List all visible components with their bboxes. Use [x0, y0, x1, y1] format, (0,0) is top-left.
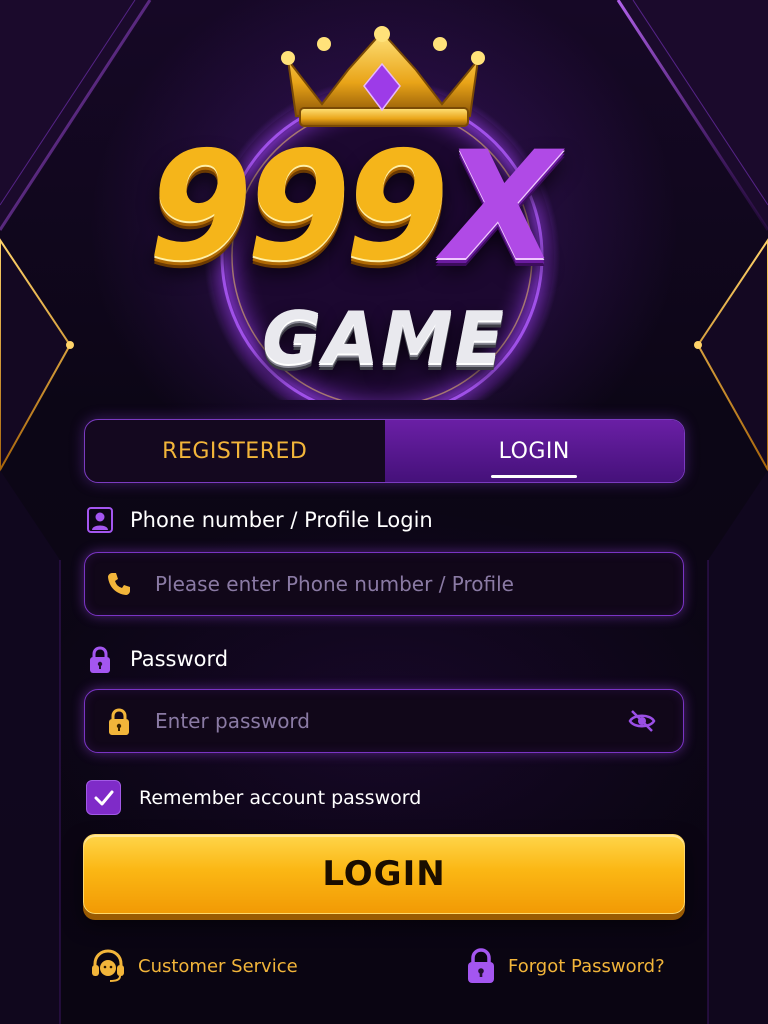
phone-label-text: Phone number / Profile Login: [130, 508, 433, 532]
crown-icon: [281, 26, 485, 127]
eye-slash-icon[interactable]: [627, 706, 657, 736]
lock-icon: [105, 707, 133, 735]
tab-registered[interactable]: REGISTERED: [85, 420, 385, 482]
phone-field-label: Phone number / Profile Login: [86, 506, 433, 534]
auth-tabs: REGISTERED LOGIN: [84, 419, 685, 483]
password-input[interactable]: [155, 709, 627, 733]
customer-service-text: Customer Service: [138, 955, 298, 977]
phone-icon: [105, 570, 133, 598]
remember-checkbox[interactable]: [86, 780, 121, 815]
phone-input-wrapper: [84, 552, 684, 616]
checkmark-icon: [94, 790, 113, 805]
logo-game-text: GAME: [262, 296, 506, 380]
lock-icon: [86, 645, 114, 673]
login-button[interactable]: LOGIN: [83, 834, 685, 914]
headset-icon: [88, 946, 128, 986]
tab-registered-label: REGISTERED: [162, 438, 308, 464]
remember-label: Remember account password: [139, 786, 422, 809]
password-field-label: Password: [86, 645, 228, 673]
brand-logo: 999X GAME: [0, 20, 768, 400]
customer-service-link[interactable]: Customer Service: [88, 946, 298, 986]
logo-x-text: X: [443, 120, 559, 294]
remember-row: Remember account password: [86, 780, 421, 815]
tab-login-label: LOGIN: [498, 438, 570, 464]
login-button-label: LOGIN: [322, 854, 446, 894]
logo-999-text: 999: [148, 120, 449, 294]
logo-999x: 999X: [148, 132, 559, 282]
active-tab-indicator: [491, 475, 578, 478]
lock-icon: [464, 946, 498, 986]
tab-login[interactable]: LOGIN: [384, 420, 684, 482]
user-profile-icon: [86, 506, 114, 534]
password-label-text: Password: [130, 647, 229, 671]
forgot-password-link[interactable]: Forgot Password?: [464, 946, 665, 986]
forgot-password-text: Forgot Password?: [508, 955, 665, 977]
password-input-wrapper: [84, 689, 684, 753]
phone-input[interactable]: [155, 572, 683, 596]
